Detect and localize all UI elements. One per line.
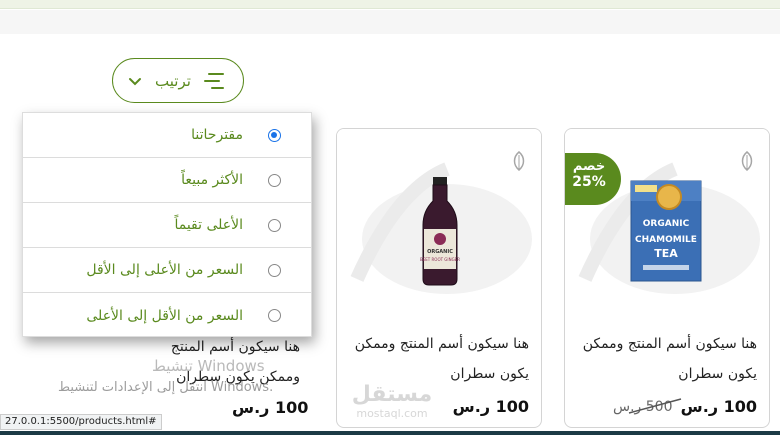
product-price-3: 100 ر.س bbox=[232, 398, 309, 417]
radio-icon[interactable] bbox=[268, 218, 281, 232]
brand-leaf-icon bbox=[513, 151, 525, 171]
top-bar bbox=[0, 0, 780, 9]
sort-option-price-asc[interactable]: السعر من الأقل إلى الأعلى bbox=[23, 293, 311, 338]
chevron-down-icon bbox=[129, 77, 141, 85]
discount-badge: خصم 25% bbox=[565, 153, 621, 205]
radio-icon[interactable] bbox=[268, 309, 281, 322]
sort-option-label: السعر من الأعلى إلى الأقل bbox=[86, 262, 243, 278]
top-strip bbox=[0, 10, 780, 34]
discount-label: خصم bbox=[572, 159, 606, 174]
sort-option-label: مقترحاتنا bbox=[191, 127, 243, 143]
svg-text:TEA: TEA bbox=[654, 247, 678, 260]
sort-option-label: الأعلى تقيماً bbox=[174, 217, 243, 233]
radio-icon[interactable] bbox=[268, 173, 281, 187]
bottle-label-1: ORGANIC bbox=[427, 249, 453, 255]
tea-brand-text: ORGANIC bbox=[643, 219, 690, 229]
svg-text:CHAMOMILE: CHAMOMILE bbox=[635, 235, 697, 245]
product-price-2: 100 ر.س bbox=[452, 397, 529, 416]
sort-option-price-desc[interactable]: السعر من الأعلى إلى الأقل bbox=[23, 248, 311, 293]
sort-dropdown: مقترحاتنا الأكثر مبيعاً الأعلى تقيماً ال… bbox=[22, 112, 312, 337]
product-title-1: هنا سيكون أسم المنتج وممكن يكون سطران bbox=[582, 336, 757, 382]
sort-option-label: السعر من الأقل إلى الأعلى bbox=[86, 307, 243, 324]
windows-watermark-title: تنشيط Windows bbox=[152, 357, 265, 375]
sort-option-top-rated[interactable]: الأعلى تقيماً bbox=[23, 203, 311, 248]
mostaql-watermark-en: mostaql.com bbox=[356, 407, 428, 420]
mostaql-watermark-ar: مستقل bbox=[351, 382, 433, 407]
mostaql-watermark: مستقل mostaql.com bbox=[344, 383, 440, 423]
sort-icon bbox=[203, 72, 224, 89]
product-title-2: هنا سيكون أسم المنتج وممكن يكون سطران bbox=[354, 336, 529, 382]
bottle-label-2: BEET ROOT GINGER bbox=[420, 257, 460, 262]
strikethrough-line bbox=[628, 398, 682, 414]
sort-option-label: الأكثر مبيعاً bbox=[181, 172, 243, 188]
bottom-bar bbox=[0, 431, 780, 435]
sort-option-suggested[interactable]: مقترحاتنا bbox=[23, 113, 311, 158]
sort-option-best-selling[interactable]: الأكثر مبيعاً bbox=[23, 158, 311, 203]
windows-watermark-subtitle: انتقل إلى الإعدادات لتنشيط Windows. bbox=[58, 380, 274, 395]
status-url: 27.0.0.1:5500/products.html# bbox=[0, 414, 162, 430]
radio-selected-icon[interactable] bbox=[268, 128, 281, 142]
sort-label: ترتيب bbox=[155, 71, 191, 90]
radio-icon[interactable] bbox=[268, 263, 281, 277]
discount-percent: 25% bbox=[572, 174, 606, 190]
product-card-1[interactable]: ORGANIC CHAMOMILE TEA خصم 25% هنا سيكون … bbox=[564, 128, 770, 428]
product-price-1: 100 ر.س bbox=[680, 397, 757, 416]
sort-button[interactable]: ترتيب bbox=[112, 58, 244, 103]
brand-leaf-icon bbox=[741, 151, 753, 171]
